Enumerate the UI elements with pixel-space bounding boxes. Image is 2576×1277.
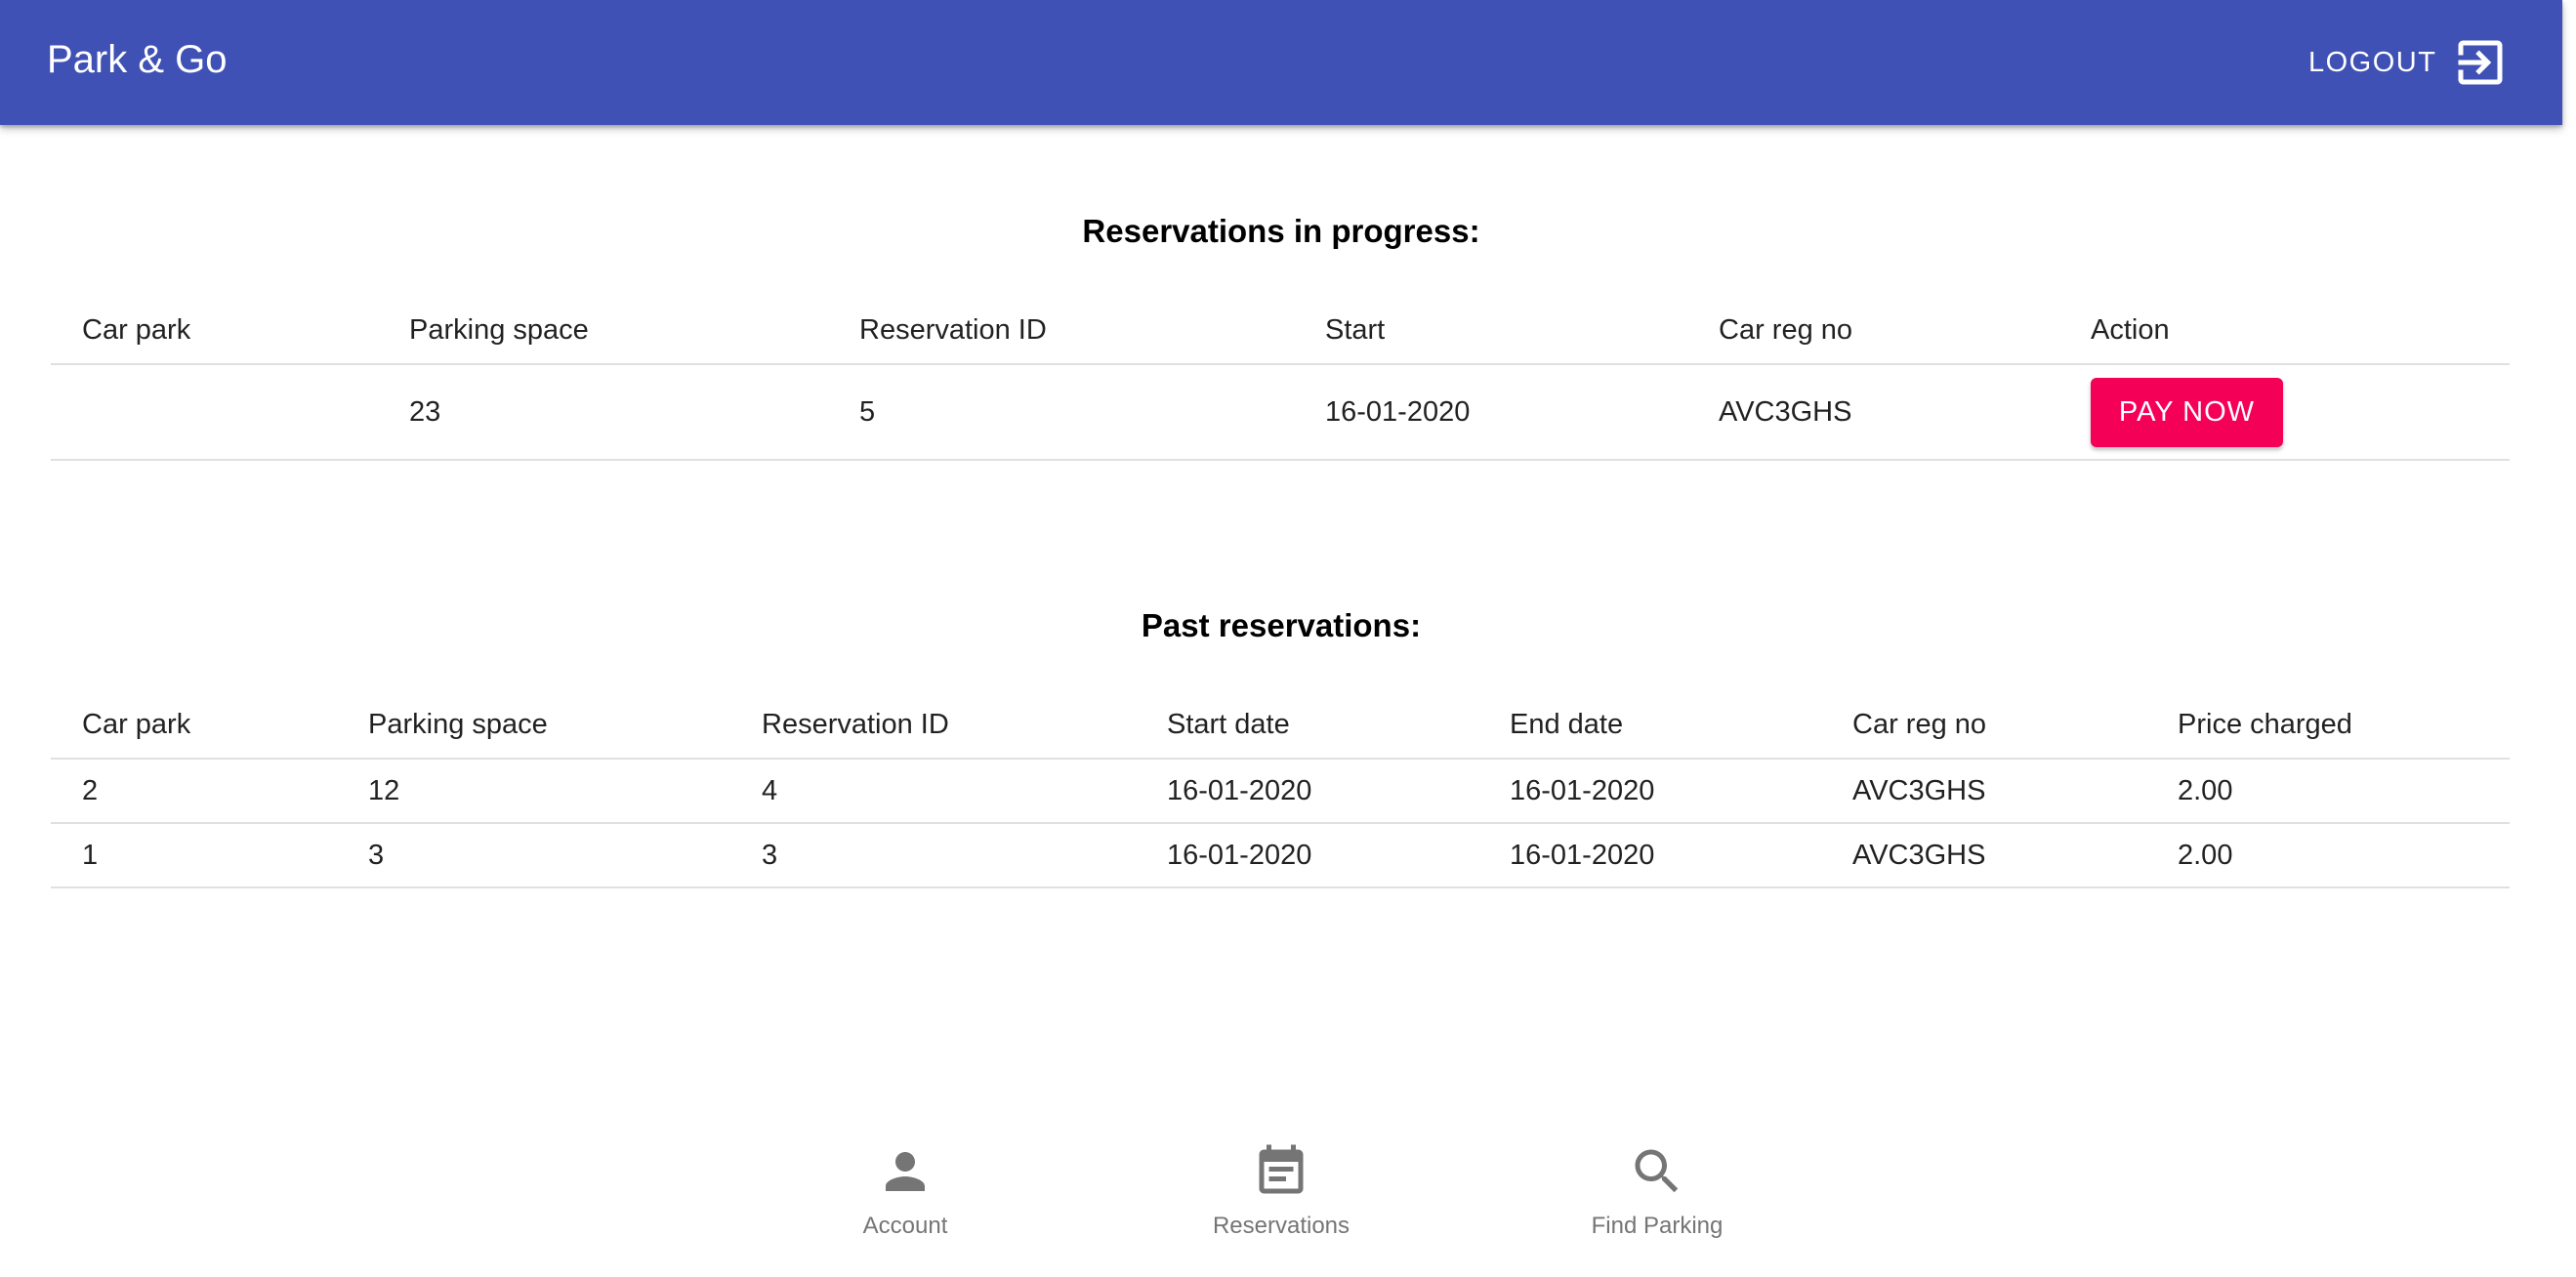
nav-account[interactable]: Account xyxy=(759,1133,1052,1250)
column-header: Car park xyxy=(51,691,337,760)
action-cell: PAY NOW xyxy=(2059,364,2510,461)
logout-button[interactable]: LOGOUT xyxy=(2279,20,2562,105)
column-header: Start xyxy=(1294,297,1687,365)
column-header: Car reg no xyxy=(1687,297,2059,365)
logout-label: LOGOUT xyxy=(2308,47,2437,78)
nav-reservations[interactable]: Reservations xyxy=(1135,1133,1428,1250)
table-row: 1 3 3 16-01-2020 16-01-2020 AVC3GHS 2.00 xyxy=(51,823,2510,888)
parking-space-cell: 12 xyxy=(337,759,730,824)
nav-reservations-label: Reservations xyxy=(1212,1213,1350,1239)
column-header: Parking space xyxy=(337,691,730,760)
column-header: Start date xyxy=(1136,691,1478,760)
table-header-row: Car park Parking space Reservation ID St… xyxy=(51,297,2510,365)
table-header-row: Car park Parking space Reservation ID St… xyxy=(51,691,2510,760)
car-reg-cell: AVC3GHS xyxy=(1687,364,2059,461)
start-date-cell: 16-01-2020 xyxy=(1136,823,1478,888)
column-header: Action xyxy=(2059,297,2510,365)
car-reg-cell: AVC3GHS xyxy=(1821,759,2146,824)
column-header: Reservation ID xyxy=(730,691,1136,760)
start-cell: 16-01-2020 xyxy=(1294,364,1687,461)
car-park-cell xyxy=(51,364,378,461)
column-header: Reservation ID xyxy=(828,297,1294,365)
table-row: 23 5 16-01-2020 AVC3GHS PAY NOW xyxy=(51,364,2510,461)
car-park-cell: 1 xyxy=(51,823,337,888)
car-park-cell: 2 xyxy=(51,759,337,824)
in-progress-title: Reservations in progress: xyxy=(1082,213,1480,249)
nav-find-parking[interactable]: Find Parking xyxy=(1511,1133,1804,1250)
end-date-cell: 16-01-2020 xyxy=(1478,823,1821,888)
nav-find-parking-label: Find Parking xyxy=(1591,1213,1724,1239)
reservation-id-cell: 3 xyxy=(730,823,1136,888)
column-header: Car reg no xyxy=(1821,691,2146,760)
app-bar: Park & Go LOGOUT xyxy=(0,0,2562,125)
reservation-id-cell: 5 xyxy=(828,364,1294,461)
price-cell: 2.00 xyxy=(2146,823,2510,888)
past-reservations-title: Past reservations: xyxy=(1141,607,1422,643)
nav-account-label: Account xyxy=(862,1213,948,1239)
column-header: Car park xyxy=(51,297,378,365)
column-header: End date xyxy=(1478,691,1821,760)
app-title: Park & Go xyxy=(47,38,228,81)
reservation-id-cell: 4 xyxy=(730,759,1136,824)
bottom-navigation: Account Reservations Find Parking xyxy=(0,1133,2562,1250)
parking-space-cell: 3 xyxy=(337,823,730,888)
start-date-cell: 16-01-2020 xyxy=(1136,759,1478,824)
end-date-cell: 16-01-2020 xyxy=(1478,759,1821,824)
column-header: Price charged xyxy=(2146,691,2510,760)
past-reservations-table: Car park Parking space Reservation ID St… xyxy=(51,691,2510,888)
exit-to-app-icon xyxy=(2458,40,2503,85)
column-header: Parking space xyxy=(378,297,828,365)
price-cell: 2.00 xyxy=(2146,759,2510,824)
pay-now-button[interactable]: PAY NOW xyxy=(2091,377,2283,447)
parking-space-cell: 23 xyxy=(378,364,828,461)
table-row: 2 12 4 16-01-2020 16-01-2020 AVC3GHS 2.0… xyxy=(51,759,2510,824)
car-reg-cell: AVC3GHS xyxy=(1821,823,2146,888)
person-icon xyxy=(886,1152,925,1191)
search-icon xyxy=(1635,1149,1679,1193)
calendar-icon xyxy=(1259,1144,1304,1194)
in-progress-table: Car park Parking space Reservation ID St… xyxy=(51,297,2510,461)
